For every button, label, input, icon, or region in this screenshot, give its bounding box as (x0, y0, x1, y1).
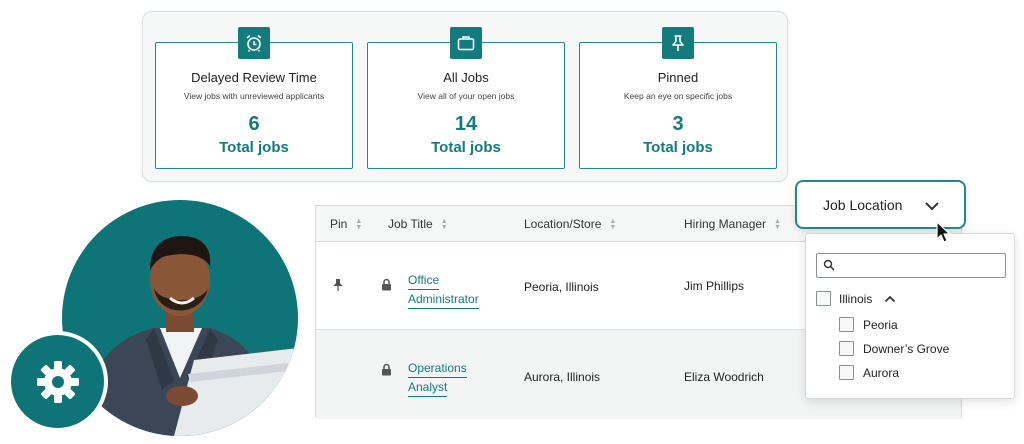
job-title-line: Administrator (408, 290, 479, 309)
city-option-label: Aurora (863, 366, 900, 380)
state-option-label: Illinois (839, 292, 873, 306)
hiring-manager-cell: Eliza Woodrich (684, 370, 764, 384)
gear-icon (36, 360, 79, 403)
location-search-input[interactable] (816, 253, 1006, 278)
stat-count: 14 (454, 113, 478, 135)
stat-description: View all of your open jobs (417, 91, 515, 101)
column-header-label: Hiring Manager (684, 217, 767, 231)
stat-unit: Total jobs (219, 139, 289, 156)
job-title-line: Office (408, 271, 440, 290)
stat-description: Keep an eye on specific jobs (623, 91, 733, 101)
column-header-label: Job Title (388, 217, 433, 231)
checkbox-downers-grove[interactable] (839, 341, 854, 356)
stat-description: View jobs with unreviewed applicants (183, 91, 325, 101)
stat-title: Delayed Review Time (191, 70, 317, 85)
hiring-manager-cell: Jim Phillips (684, 279, 745, 293)
column-header-label: Location/Store (524, 217, 602, 231)
checkbox-illinois[interactable] (816, 291, 831, 306)
mouse-cursor-icon (936, 221, 951, 243)
stats-panel: Delayed Review Time View jobs with unrev… (142, 11, 788, 182)
chevron-down-icon (925, 202, 939, 211)
alarm-clock-icon (238, 27, 270, 59)
lock-icon (382, 363, 391, 376)
city-option-label: Peoria (863, 318, 898, 332)
stat-card-pinned[interactable]: Pinned Keep an eye on specific jobs 3 To… (579, 27, 777, 169)
stat-unit: Total jobs (643, 139, 713, 156)
pin-icon (662, 27, 694, 59)
job-location-label: Job Location (823, 197, 903, 213)
column-header-location[interactable]: Location/Store ▲ ▼ (524, 217, 616, 231)
sort-icon[interactable]: ▲ ▼ (441, 218, 448, 231)
job-title-link[interactable]: Operations Analyst (408, 359, 467, 397)
checkbox-peoria[interactable] (839, 317, 854, 332)
job-title-link[interactable]: Office Administrator (408, 271, 479, 309)
column-header-job-title[interactable]: Job Title ▲ ▼ (388, 217, 448, 231)
checkbox-aurora[interactable] (839, 365, 854, 380)
stat-count: 6 (248, 113, 260, 135)
location-filter-panel: Illinois Peoria Downer’s Grove Aurora (805, 233, 1015, 399)
stat-card-delayed-review[interactable]: Delayed Review Time View jobs with unrev… (155, 27, 353, 169)
chevron-up-icon[interactable] (884, 293, 896, 305)
briefcase-icon (450, 27, 482, 59)
pin-icon[interactable] (332, 278, 344, 292)
settings-badge (7, 331, 108, 432)
stat-unit: Total jobs (431, 139, 501, 156)
column-header-pin[interactable]: Pin ▲ ▼ (330, 217, 362, 231)
lock-icon (382, 278, 391, 291)
stat-card-all-jobs[interactable]: All Jobs View all of your open jobs 14 T… (367, 27, 565, 169)
stat-title: All Jobs (443, 70, 489, 85)
sort-icon[interactable]: ▲ ▼ (609, 218, 616, 231)
location-cell: Peoria, Illinois (524, 280, 599, 294)
column-header-label: Pin (330, 217, 348, 231)
sort-icon[interactable]: ▲ ▼ (355, 218, 362, 231)
location-cell: Aurora, Illinois (524, 370, 601, 384)
job-title-line: Operations (408, 359, 467, 378)
job-title-line: Analyst (408, 378, 448, 397)
city-option-label: Downer’s Grove (863, 342, 950, 356)
stat-title: Pinned (657, 70, 699, 85)
sort-icon[interactable]: ▲ ▼ (774, 218, 781, 231)
stat-count: 3 (672, 113, 684, 135)
column-header-hiring-manager[interactable]: Hiring Manager ▲ ▼ (684, 217, 781, 231)
search-icon (823, 259, 835, 271)
